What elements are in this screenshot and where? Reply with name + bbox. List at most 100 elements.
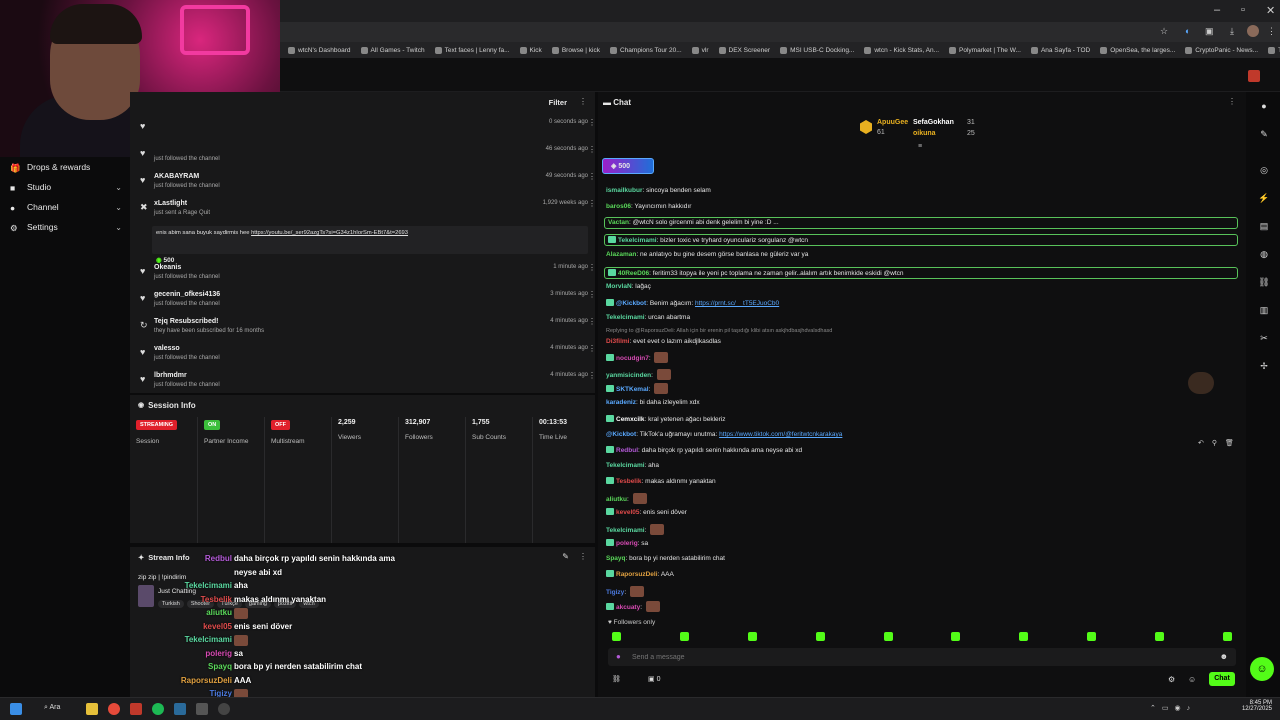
chat-username[interactable]: aliutku (606, 496, 627, 503)
steam-icon[interactable] (174, 703, 186, 715)
link-icon[interactable]: ⛓ (612, 675, 621, 683)
chat-message[interactable]: Vactan: @wtcN solo gircenmi abi denk gel… (604, 217, 1238, 229)
bookmark-item[interactable]: Ana Sayfa - TOD (1030, 46, 1090, 54)
bookmark-item[interactable]: Tüm Yer İşaretleri (1268, 46, 1280, 54)
chat-message[interactable]: Tigizy: (606, 586, 644, 597)
chat-username[interactable]: Cemxcilk (616, 416, 645, 423)
chat-username[interactable]: Alazaman (606, 251, 636, 258)
more-icon[interactable]: ⋮ (588, 317, 596, 326)
users-icon[interactable]: ☺ (1188, 675, 1196, 684)
activity-item[interactable]: ♥ Okeanis just followed the channel 1 minut… (140, 263, 596, 286)
chat-message[interactable]: kevel05: enis seni döver (606, 508, 687, 516)
chat-input[interactable]: ● ☻ (608, 648, 1236, 666)
folder-icon[interactable] (86, 703, 98, 715)
quick-emote-icon[interactable] (883, 632, 893, 641)
star-icon[interactable]: ☆ (1160, 26, 1168, 37)
chat-link[interactable]: https://prnt.sc/__tT5EJuoCb0 (695, 300, 779, 307)
more-icon[interactable]: ⋮ (588, 290, 596, 299)
spotify-icon[interactable] (152, 703, 164, 715)
close-icon[interactable]: ✕ (1266, 4, 1275, 17)
bookmark-item[interactable]: wtcN's Dashboard (288, 46, 351, 54)
chat-username[interactable]: akcuaty (616, 604, 640, 611)
address-bar[interactable]: ☆ ◐ ▣ ⤓ ⋮ (280, 22, 1280, 42)
sidebar-item-settings[interactable]: ⚙ Settings ⌄ (10, 222, 122, 233)
chat-message[interactable]: polerig: sa (606, 539, 648, 547)
bookmark-item[interactable]: MSI USB-C Docking... (780, 46, 854, 54)
chat-message[interactable]: Spayq: bora bp yi nerden satabilirim cha… (606, 555, 725, 562)
more-icon[interactable]: ⋮ (579, 97, 587, 106)
chat-message[interactable]: Di3filmi: evet evet o lazım aikdjlkasdla… (606, 338, 721, 345)
chat-message[interactable]: SKTKemal: (606, 383, 669, 394)
quick-emote-icon[interactable] (1019, 632, 1029, 641)
chat-message[interactable]: aliutku: (606, 493, 647, 504)
eye-icon[interactable]: ◎ (1258, 164, 1270, 176)
bookmark-item[interactable]: Text faces | Lenny fa... (434, 46, 510, 54)
sidebar-item-studio[interactable]: ■ Studio ⌄ (10, 182, 122, 193)
puzzle-icon[interactable]: ▣ (1205, 26, 1214, 37)
quick-emote-icon[interactable] (612, 632, 621, 641)
bookmark-item[interactable]: vlr (691, 46, 709, 54)
activity-item[interactable]: ♥ gecenin_ofkesi4136 just followed the cha… (140, 290, 596, 313)
chat-username[interactable]: Vactan (608, 219, 629, 226)
chat-message[interactable]: @Kickbot: Benim ağacım: https://prnt.sc/… (606, 299, 779, 307)
bookmark-item[interactable]: OpenSea, the larges... (1100, 46, 1175, 54)
kick-bot-icon[interactable]: ☺ (1250, 657, 1274, 681)
send-chat-button[interactable]: Chat (1209, 672, 1235, 686)
collapse-icon[interactable]: ≡ (918, 143, 922, 150)
activity-item[interactable]: ♥ AKABAYRAM just followed the channel 49 se… (140, 172, 596, 195)
chat-message[interactable]: @Kickbot: TikTok'a uğramayı unutma: http… (606, 431, 842, 438)
chat-message[interactable]: karadeniz: bi daha izleyelim xdx (606, 399, 700, 406)
more-icon[interactable]: ⋮ (588, 145, 596, 154)
chat-username[interactable]: Tekelcimami (618, 237, 657, 244)
more-icon[interactable]: ⋮ (588, 263, 596, 272)
activity-item[interactable]: ♥ just followed the channel 46 seconds ago… (140, 145, 596, 168)
chat-username[interactable]: Redbul (616, 447, 638, 454)
profile-icon[interactable] (1248, 70, 1260, 82)
chat-link[interactable]: https://www.tiktok.com/@feritwtcnkarakay… (719, 431, 842, 438)
chat-username[interactable]: MorvlaN (606, 283, 632, 290)
quick-emote-icon[interactable] (951, 632, 961, 641)
sidebar-item-channel[interactable]: ● Channel ⌄ (10, 202, 122, 213)
mic-icon[interactable]: ● (616, 652, 621, 661)
quick-emote-icon[interactable] (1155, 632, 1164, 641)
more-icon[interactable]: ⋮ (588, 118, 596, 127)
minimize-icon[interactable]: – (1214, 4, 1220, 16)
taskbar-search[interactable]: ⌕ Ara (44, 704, 60, 712)
chat-message[interactable]: ismailkubur: sincoya benden selam (606, 187, 711, 194)
chat-message[interactable]: Tekelcimami: bizler toxic ve tryhard oyu… (604, 234, 1238, 246)
chat-message[interactable]: RaporsuzDeli: AAA (606, 570, 674, 578)
info-icon[interactable]: ● (1258, 100, 1270, 112)
chat-username[interactable]: Spayq (606, 555, 626, 562)
pin-icon[interactable]: ⚲ (1212, 439, 1217, 447)
chat-username[interactable]: SKTKemal (616, 386, 649, 393)
extension-icon[interactable]: ◐ (1185, 26, 1190, 36)
chat-message[interactable]: Tekelcimami: urcan abartma (606, 314, 690, 321)
bookmark-item[interactable]: Kick (519, 46, 542, 54)
goal-bar[interactable]: ◈ 500 (602, 158, 654, 174)
quick-emote-icon[interactable] (815, 632, 825, 641)
activity-item[interactable]: ♥ valesso just followed the channel 4 minut… (140, 344, 596, 367)
menu-icon[interactable]: ⋮ (1267, 26, 1276, 37)
chat-message[interactable]: Tekelcimami: (606, 524, 665, 535)
quick-emote-icon[interactable] (679, 632, 689, 641)
more-icon[interactable]: ⋮ (588, 344, 596, 353)
quick-emote-icon[interactable] (1087, 632, 1097, 641)
wrench-icon[interactable]: ✂ (1258, 332, 1270, 344)
chat-message[interactable]: nocudgin7: (606, 352, 669, 363)
chat-username[interactable]: Di3filmi (606, 338, 629, 345)
filter-button[interactable]: Filter (549, 98, 567, 107)
chat-username[interactable]: baros06 (606, 203, 631, 210)
tag[interactable]: Turkish (158, 600, 184, 608)
chat-message[interactable]: MorvlaN: lağaç (606, 283, 651, 290)
quick-emote-icon[interactable] (1222, 632, 1232, 641)
reply-icon[interactable]: ↶ (1198, 439, 1204, 447)
maximize-icon[interactable]: ▫ (1241, 4, 1245, 16)
chat-message[interactable]: baros06: Yayıncımın hakkıdır (606, 203, 691, 210)
chat-message[interactable]: Tekelcimami: aha (606, 462, 659, 469)
share-icon[interactable]: ✢ (1258, 360, 1270, 372)
bookmark-item[interactable]: Polymarket | The W... (949, 46, 1021, 54)
download-icon[interactable]: ⤓ (1230, 26, 1234, 37)
bookmark-item[interactable]: All Games - Twitch (360, 46, 425, 54)
chat-username[interactable]: ismailkubur (606, 187, 642, 194)
chat-username[interactable]: Tekelcimami (606, 314, 645, 321)
